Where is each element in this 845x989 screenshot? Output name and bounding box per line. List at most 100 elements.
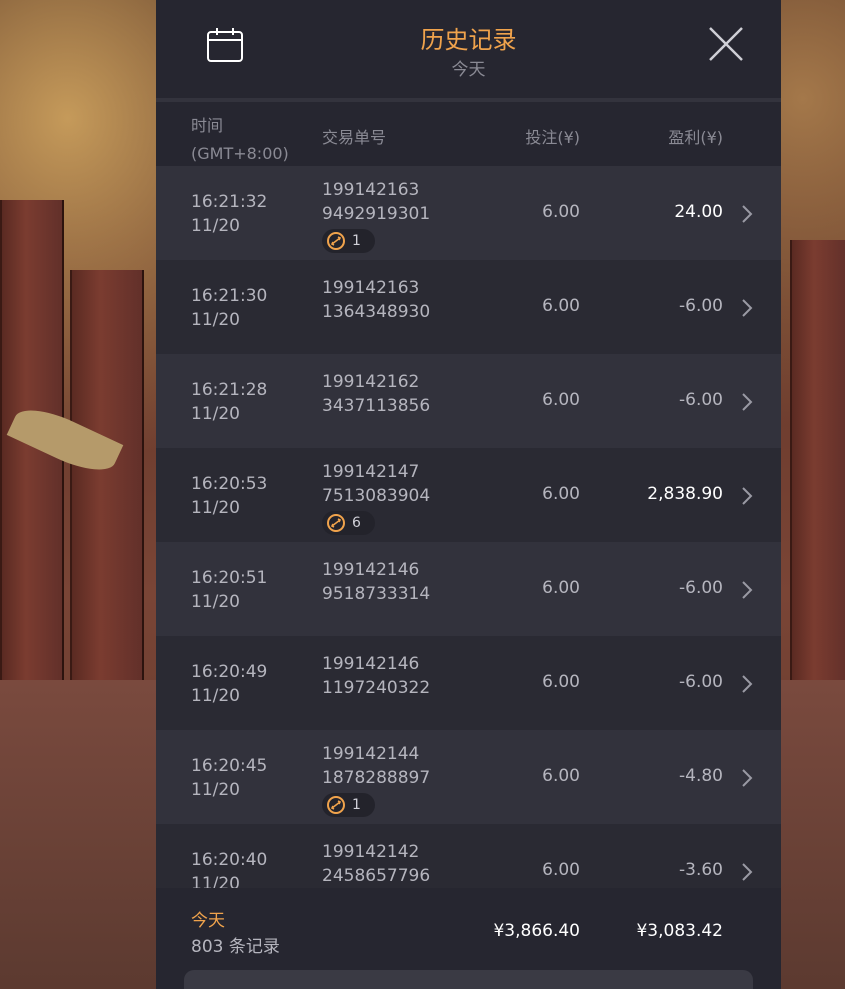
free-spin-count: 1 xyxy=(352,233,361,249)
row-time-value: 16:20:53 xyxy=(191,474,268,494)
background-floor xyxy=(781,680,845,989)
row-txn-part1: 199142147 xyxy=(322,462,420,482)
row-transaction-id: 199142146 9518733314 xyxy=(322,558,430,606)
column-header: 时间 (GMT+8:00) 交易单号 投注(¥) 盈利(¥) xyxy=(156,102,781,166)
column-time: 时间 (GMT+8:00) xyxy=(191,112,289,168)
free-spin-badge: 6 xyxy=(322,511,375,535)
row-txn-part1: 199142146 xyxy=(322,654,420,674)
history-row[interactable]: 16:20:49 11/20 199142146 1197240322 6.00 -6.0… xyxy=(156,636,781,730)
row-bet: 6.00 xyxy=(542,202,580,222)
chevron-right-icon[interactable] xyxy=(741,768,753,788)
row-txn-part2: 9518733314 xyxy=(322,584,431,604)
row-date-value: 11/20 xyxy=(191,874,240,888)
chevron-right-icon[interactable] xyxy=(741,204,753,224)
row-date-value: 11/20 xyxy=(191,404,240,424)
history-row[interactable]: 16:20:45 11/20 199142144 1878288897 1 6.00 -4.… xyxy=(156,730,781,824)
row-time: 16:20:45 11/20 xyxy=(191,754,267,802)
history-panel: 历史记录 今天 时间 (GMT+8:00) 交易单号 投注(¥) 盈利(¥) 1… xyxy=(156,0,781,989)
row-txn-part2: 3437113856 xyxy=(322,396,431,416)
row-profit: -6.00 xyxy=(679,296,723,316)
row-txn-part1: 199142142 xyxy=(322,842,420,862)
row-time: 16:21:28 11/20 xyxy=(191,378,267,426)
record-count: 803 条记录 xyxy=(191,937,280,957)
chevron-right-icon[interactable] xyxy=(741,392,753,412)
total-profit: ¥3,083.42 xyxy=(636,921,723,941)
history-row[interactable]: 16:21:28 11/20 199142162 3437113856 6.00 -6.0… xyxy=(156,354,781,448)
free-spin-count: 6 xyxy=(352,515,361,531)
row-time-value: 16:20:49 xyxy=(191,662,268,682)
row-txn-part2: 9492919301 xyxy=(322,204,431,224)
row-txn-part2: 1197240322 xyxy=(322,678,431,698)
row-profit: -4.80 xyxy=(679,766,723,786)
history-row[interactable]: 16:21:30 11/20 199142163 1364348930 6.00 -6.0… xyxy=(156,260,781,354)
close-icon[interactable] xyxy=(708,26,744,62)
history-row[interactable]: 16:20:40 11/20 199142142 2458657796 6.00 -3.6… xyxy=(156,824,781,888)
row-date-value: 11/20 xyxy=(191,498,240,518)
row-bet: 6.00 xyxy=(542,578,580,598)
row-date-value: 11/20 xyxy=(191,592,240,612)
history-row[interactable]: 16:20:53 11/20 199142147 7513083904 6 6.00 2,8… xyxy=(156,448,781,542)
chevron-right-icon[interactable] xyxy=(741,862,753,882)
background-floor xyxy=(0,680,156,989)
row-transaction-id: 199142163 1364348930 xyxy=(322,276,430,324)
panel-header: 历史记录 今天 xyxy=(156,0,781,102)
row-time-value: 16:20:45 xyxy=(191,756,268,776)
row-date-value: 11/20 xyxy=(191,310,240,330)
row-time: 16:20:40 11/20 xyxy=(191,848,267,888)
column-timezone-label: (GMT+8:00) xyxy=(191,144,289,163)
background-plank xyxy=(790,240,845,680)
row-transaction-id: 199142162 3437113856 xyxy=(322,370,430,418)
bottom-action-bar[interactable] xyxy=(184,970,753,989)
row-time-value: 16:21:28 xyxy=(191,380,268,400)
column-transaction-id: 交易单号 xyxy=(322,128,387,147)
row-time-value: 16:20:51 xyxy=(191,568,268,588)
free-spin-icon xyxy=(327,232,345,250)
background-plank xyxy=(70,270,144,690)
row-txn-part1: 199142163 xyxy=(322,278,420,298)
row-txn-part2: 2458657796 xyxy=(322,866,431,886)
chevron-right-icon[interactable] xyxy=(741,486,753,506)
summary-footer: 今天 803 条记录 ¥3,866.40 ¥3,083.42 xyxy=(156,888,781,989)
free-spin-icon xyxy=(327,514,345,532)
row-txn-part2: 1878288897 xyxy=(322,768,431,788)
row-transaction-id: 199142146 1197240322 xyxy=(322,652,430,700)
column-profit: 盈利(¥) xyxy=(668,128,723,147)
row-profit: -6.00 xyxy=(679,578,723,598)
column-time-label: 时间 xyxy=(191,116,224,135)
row-time: 16:20:49 11/20 xyxy=(191,660,267,708)
row-transaction-id: 199142144 1878288897 1 xyxy=(322,742,430,822)
row-profit: -6.00 xyxy=(679,390,723,410)
row-txn-part2: 7513083904 xyxy=(322,486,431,506)
row-time: 16:21:32 11/20 xyxy=(191,190,267,238)
row-txn-part2: 1364348930 xyxy=(322,302,431,322)
chevron-right-icon[interactable] xyxy=(741,674,753,694)
row-transaction-id: 199142163 9492919301 1 xyxy=(322,178,430,258)
history-list: 16:21:32 11/20 199142163 9492919301 1 6.00 24.… xyxy=(156,166,781,888)
row-bet: 6.00 xyxy=(542,766,580,786)
history-row[interactable]: 16:21:32 11/20 199142163 9492919301 1 6.00 24.… xyxy=(156,166,781,260)
chevron-right-icon[interactable] xyxy=(741,580,753,600)
history-row[interactable]: 16:20:51 11/20 199142146 9518733314 6.00 -6.0… xyxy=(156,542,781,636)
row-txn-part1: 199142163 xyxy=(322,180,420,200)
row-bet: 6.00 xyxy=(542,860,580,880)
row-profit: -6.00 xyxy=(679,672,723,692)
row-transaction-id: 199142147 7513083904 6 xyxy=(322,460,430,540)
page-title: 历史记录 xyxy=(420,26,517,54)
free-spin-count: 1 xyxy=(352,797,361,813)
row-txn-part1: 199142146 xyxy=(322,560,420,580)
free-spin-badge: 1 xyxy=(322,229,375,253)
row-time-value: 16:21:30 xyxy=(191,286,268,306)
total-bet: ¥3,866.40 xyxy=(493,921,580,941)
row-date-value: 11/20 xyxy=(191,216,240,236)
row-txn-part1: 199142144 xyxy=(322,744,420,764)
row-bet: 6.00 xyxy=(542,672,580,692)
row-profit: 2,838.90 xyxy=(647,484,723,504)
free-spin-icon xyxy=(327,796,345,814)
row-bet: 6.00 xyxy=(542,390,580,410)
row-date-value: 11/20 xyxy=(191,686,240,706)
chevron-right-icon[interactable] xyxy=(741,298,753,318)
row-time: 16:20:51 11/20 xyxy=(191,566,267,614)
row-bet: 6.00 xyxy=(542,484,580,504)
row-date-value: 11/20 xyxy=(191,780,240,800)
row-time-value: 16:21:32 xyxy=(191,192,268,212)
